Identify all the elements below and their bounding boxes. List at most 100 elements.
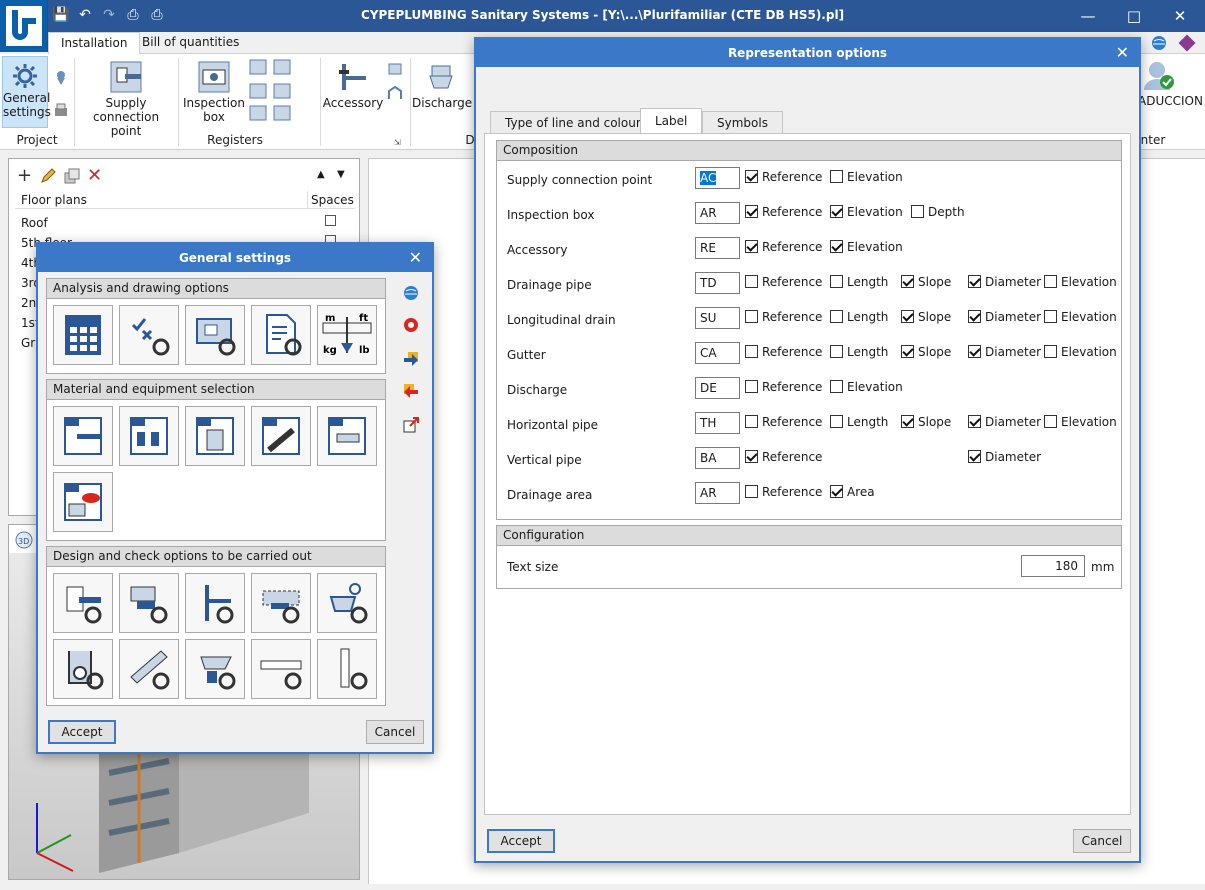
text-size-input[interactable]: 180 (1021, 555, 1085, 577)
code-input[interactable]: RE (695, 237, 740, 259)
checkbox-length[interactable]: Length (830, 309, 888, 325)
checkbox-length[interactable]: Length (830, 414, 888, 430)
discharge-button[interactable]: Discharge (412, 56, 472, 128)
accessory-button[interactable]: Accessory (322, 56, 384, 128)
maximize-button[interactable]: □ (1111, 0, 1157, 32)
checkbox-box[interactable] (830, 345, 843, 358)
checkbox-box[interactable] (968, 310, 981, 323)
checkbox-box[interactable] (745, 310, 758, 323)
code-input[interactable]: TH (695, 412, 740, 434)
gutter-material-icon[interactable] (317, 406, 377, 466)
globe-icon[interactable] (1150, 34, 1168, 52)
checkbox-box[interactable] (830, 380, 843, 393)
longitudinal-drain-design-icon[interactable] (119, 639, 179, 699)
checkbox-box[interactable] (745, 450, 758, 463)
checkbox-box[interactable] (745, 275, 758, 288)
discharge-design-icon[interactable] (317, 573, 377, 633)
checkbox-box[interactable] (911, 205, 924, 218)
code-input[interactable]: DE (695, 377, 740, 399)
print-preview-icon[interactable]: ⎙ (148, 6, 166, 24)
export-icon[interactable] (402, 382, 420, 400)
external-link-icon[interactable] (402, 416, 420, 434)
checkbox-box[interactable] (830, 205, 843, 218)
copy-icon[interactable] (63, 167, 81, 185)
code-input[interactable]: CA (695, 342, 740, 364)
inspection-box-button[interactable]: Inspection box (182, 56, 246, 128)
checkbox-slope[interactable]: Slope (901, 274, 951, 290)
checkbox-elevation[interactable]: Elevation (1044, 274, 1117, 290)
general-settings-button[interactable]: General settings (2, 56, 51, 128)
move-up-icon[interactable]: ▲ (317, 169, 325, 180)
cancel-button[interactable]: Cancel (1073, 829, 1131, 853)
code-input[interactable]: SU (695, 307, 740, 329)
code-input[interactable]: BA (695, 447, 740, 469)
edit-pencil-icon[interactable] (39, 167, 57, 185)
checkbox-box[interactable] (745, 170, 758, 183)
spaces-checkbox[interactable] (325, 215, 336, 226)
checkbox-depth[interactable]: Depth (911, 204, 965, 220)
supply-connection-point-button[interactable]: Supply connection point (78, 56, 174, 138)
save-icon[interactable]: 💾 (52, 6, 70, 24)
undo-icon[interactable]: ↶ (76, 6, 94, 24)
code-input[interactable]: AR (695, 482, 740, 504)
well-material-icon[interactable] (185, 406, 245, 466)
checkbox-box[interactable] (830, 485, 843, 498)
checkbox-elevation[interactable]: Elevation (830, 239, 903, 255)
import-icon[interactable] (402, 350, 420, 368)
checkbox-box[interactable] (1044, 415, 1057, 428)
add-icon[interactable]: + (17, 167, 32, 185)
checkbox-box[interactable] (830, 275, 843, 288)
app-logo[interactable] (0, 0, 48, 52)
report-settings-icon[interactable] (251, 305, 311, 365)
help-book-icon[interactable] (1178, 34, 1196, 52)
checkbox-reference[interactable]: Reference (745, 239, 822, 255)
accept-button[interactable]: Accept (48, 720, 116, 744)
location-settings-icon[interactable] (52, 68, 70, 86)
checkbox-box[interactable] (745, 380, 758, 393)
box-material-icon[interactable] (119, 406, 179, 466)
checkbox-reference[interactable]: Reference (745, 344, 822, 360)
checkbox-box[interactable] (745, 485, 758, 498)
checkbox-diameter[interactable]: Diameter (968, 274, 1041, 290)
checkbox-reference[interactable]: Reference (745, 379, 822, 395)
accessory-small-icon[interactable] (386, 60, 404, 78)
checkbox-box[interactable] (830, 170, 843, 183)
close-window-button[interactable]: ✕ (1157, 0, 1203, 32)
checkbox-elevation[interactable]: Elevation (830, 204, 903, 220)
horizontal-pipe-design-icon[interactable] (251, 639, 311, 699)
minimize-button[interactable]: — (1065, 0, 1111, 32)
drawing-settings-icon[interactable] (185, 305, 245, 365)
redo-icon[interactable]: ↷ (100, 6, 118, 24)
print-icon[interactable]: ⎙ (124, 6, 142, 24)
checkbox-box[interactable] (745, 345, 758, 358)
close-icon[interactable]: ✕ (1116, 43, 1129, 63)
checkbox-box[interactable] (968, 275, 981, 288)
tab-installation[interactable]: Installation (48, 32, 141, 55)
checkbox-box[interactable] (968, 415, 981, 428)
checkbox-slope[interactable]: Slope (901, 414, 951, 430)
print-settings-icon[interactable] (52, 102, 70, 120)
well-design-icon[interactable] (53, 639, 113, 699)
checkbox-reference[interactable]: Reference (745, 204, 822, 220)
checkbox-reference[interactable]: Reference (745, 169, 822, 185)
3d-view-icon[interactable]: 3D (15, 531, 33, 549)
checkbox-box[interactable] (745, 415, 758, 428)
checkbox-length[interactable]: Length (830, 344, 888, 360)
accessory-design-icon[interactable] (185, 573, 245, 633)
calculator-icon[interactable] (53, 305, 113, 365)
tab-bill-of-quantities[interactable]: Bill of quantities (130, 32, 251, 55)
checkbox-box[interactable] (745, 240, 758, 253)
vertical-pipe-design-icon[interactable] (317, 639, 377, 699)
checkbox-reference[interactable]: Reference (745, 309, 822, 325)
list-item[interactable]: Roof (21, 213, 72, 233)
checkbox-elevation[interactable]: Elevation (830, 379, 903, 395)
tab-symbols[interactable]: Symbols (702, 111, 783, 133)
accept-button[interactable]: Accept (487, 829, 555, 853)
tab-label[interactable]: Label (640, 108, 703, 134)
checkbox-length[interactable]: Length (830, 274, 888, 290)
delete-icon[interactable]: ✕ (87, 165, 102, 186)
checkbox-slope[interactable]: Slope (901, 309, 951, 325)
checkbox-box[interactable] (901, 275, 914, 288)
tab-line-colour[interactable]: Type of line and colour (490, 111, 656, 133)
checkbox-elevation[interactable]: Elevation (1044, 414, 1117, 430)
